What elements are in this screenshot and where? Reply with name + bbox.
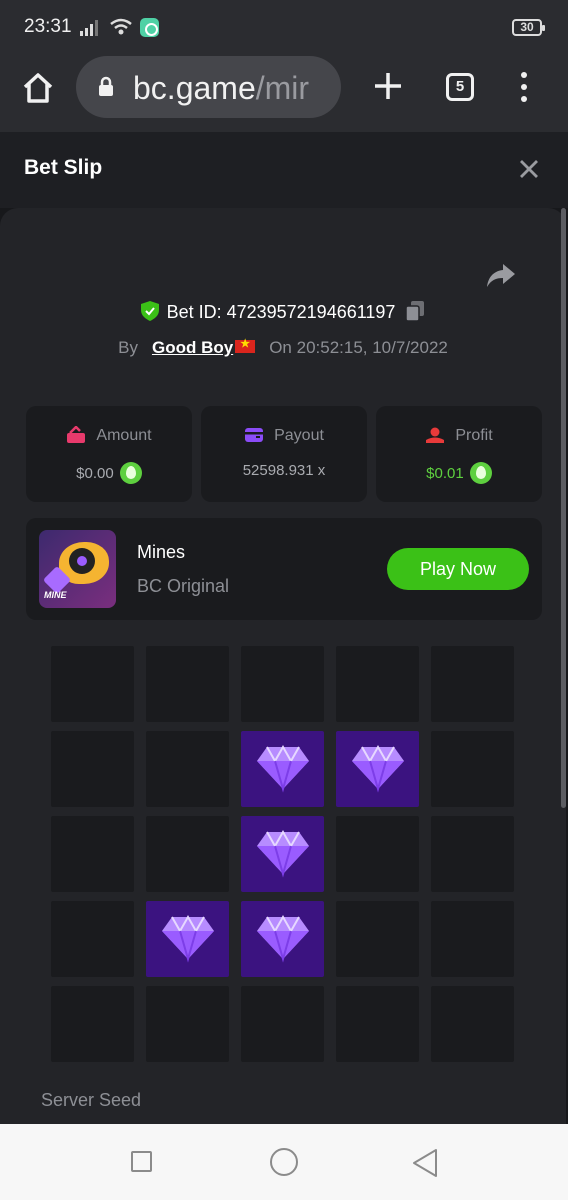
coin-icon bbox=[119, 462, 142, 484]
board-cell-empty bbox=[146, 986, 229, 1062]
profit-value: $0.01 bbox=[376, 462, 542, 484]
sheet-header: Bet Slip bbox=[0, 132, 568, 208]
page-title: Bet Slip bbox=[24, 156, 103, 179]
wallet-icon bbox=[245, 428, 264, 442]
profit-icon bbox=[426, 427, 445, 443]
board-cell-empty bbox=[336, 646, 419, 722]
board-cell-empty bbox=[336, 901, 419, 977]
profit-box: Profit $0.01 bbox=[376, 406, 542, 502]
board-cell-empty bbox=[431, 986, 514, 1062]
url-text: bc.game/mir bbox=[133, 70, 309, 107]
bet-meta-row: By Good Boy On 20:52:15, 10/7/2022 bbox=[0, 337, 566, 358]
board-cell-empty bbox=[51, 986, 134, 1062]
url-host: bc.game bbox=[133, 70, 256, 106]
status-bar: 23:31 30 bbox=[0, 0, 568, 56]
coin-icon bbox=[469, 462, 492, 484]
board-cell-empty bbox=[336, 816, 419, 892]
board-cell-gem bbox=[241, 731, 324, 807]
board-cell-empty bbox=[241, 646, 324, 722]
board-cell-empty bbox=[51, 646, 134, 722]
gem-icon bbox=[257, 914, 309, 963]
bomb-icon bbox=[69, 548, 95, 574]
browser-toolbar: bc.game/mir 5 bbox=[0, 56, 568, 132]
scrollbar[interactable] bbox=[561, 208, 566, 808]
bet-id: Bet ID: 47239572194661197 bbox=[166, 302, 396, 322]
board-cell-empty bbox=[241, 986, 324, 1062]
payout-box: Payout 52598.931 x bbox=[201, 406, 367, 502]
play-now-button[interactable]: Play Now bbox=[387, 548, 529, 590]
board-cell-empty bbox=[146, 731, 229, 807]
board-cell-empty bbox=[51, 731, 134, 807]
mines-game-thumbnail[interactable]: MINE bbox=[39, 530, 116, 608]
payout-label: Payout bbox=[201, 426, 367, 445]
by-label: By bbox=[118, 338, 138, 357]
wifi-icon bbox=[110, 18, 132, 35]
gem-icon bbox=[257, 829, 309, 878]
board-cell-empty bbox=[51, 901, 134, 977]
profit-label: Profit bbox=[376, 426, 542, 445]
url-path: /mir bbox=[255, 70, 310, 106]
signal-icon bbox=[80, 20, 98, 36]
board-cell-empty bbox=[146, 646, 229, 722]
bet-detail-card: Bet ID: 47239572194661197 By Good Boy On 2… bbox=[0, 208, 566, 1128]
thumbnail-label: MINE bbox=[44, 590, 67, 600]
board-cell-empty bbox=[431, 731, 514, 807]
gem-icon bbox=[257, 744, 309, 793]
system-nav-bar bbox=[0, 1124, 568, 1200]
server-seed-label: Server Seed bbox=[41, 1090, 142, 1110]
board-cell-empty bbox=[146, 816, 229, 892]
board-cell-empty bbox=[431, 816, 514, 892]
share-icon[interactable] bbox=[486, 262, 516, 288]
gem-icon bbox=[352, 744, 404, 793]
board-cell-empty bbox=[51, 816, 134, 892]
vietnam-flag-icon bbox=[235, 337, 256, 353]
board-cell-gem bbox=[241, 816, 324, 892]
back-icon[interactable] bbox=[412, 1148, 438, 1178]
lock-icon bbox=[99, 76, 113, 96]
board-cell-empty bbox=[431, 901, 514, 977]
address-bar[interactable]: bc.game/mir bbox=[76, 56, 341, 118]
board-cell-gem bbox=[146, 901, 229, 977]
tab-switcher-button[interactable]: 5 bbox=[446, 73, 474, 101]
home-icon[interactable] bbox=[20, 70, 56, 106]
game-name: Mines bbox=[137, 542, 186, 562]
board-cell-gem bbox=[241, 901, 324, 977]
amount-label: Amount bbox=[26, 425, 192, 445]
game-info-box: MINE Mines BC Original Play Now bbox=[26, 518, 542, 620]
bet-id-row: Bet ID: 47239572194661197 bbox=[0, 300, 566, 323]
bet-datetime: 20:52:15, 10/7/2022 bbox=[296, 338, 448, 357]
gem-icon bbox=[162, 914, 214, 963]
new-tab-icon[interactable] bbox=[372, 70, 404, 102]
amount-icon bbox=[67, 425, 86, 443]
close-icon[interactable] bbox=[518, 158, 540, 180]
battery-icon: 30 bbox=[512, 19, 545, 36]
verified-shield-icon bbox=[140, 301, 159, 321]
home-button[interactable] bbox=[270, 1148, 298, 1176]
username-link[interactable]: Good Boy bbox=[152, 337, 256, 357]
board-cell-empty bbox=[431, 646, 514, 722]
on-label: On bbox=[269, 338, 292, 357]
board-cell-empty bbox=[336, 986, 419, 1062]
status-time: 23:31 bbox=[24, 16, 72, 37]
game-provider: BC Original bbox=[137, 576, 230, 596]
payout-value: 52598.931 x bbox=[242, 462, 326, 479]
board-cell-gem bbox=[336, 731, 419, 807]
app-notification-icon bbox=[140, 18, 159, 37]
more-menu-icon[interactable] bbox=[514, 72, 534, 102]
recents-button[interactable] bbox=[131, 1151, 152, 1172]
amount-box: Amount $0.00 bbox=[26, 406, 192, 502]
amount-value: $0.00 bbox=[26, 462, 192, 484]
copy-icon[interactable] bbox=[405, 300, 425, 322]
